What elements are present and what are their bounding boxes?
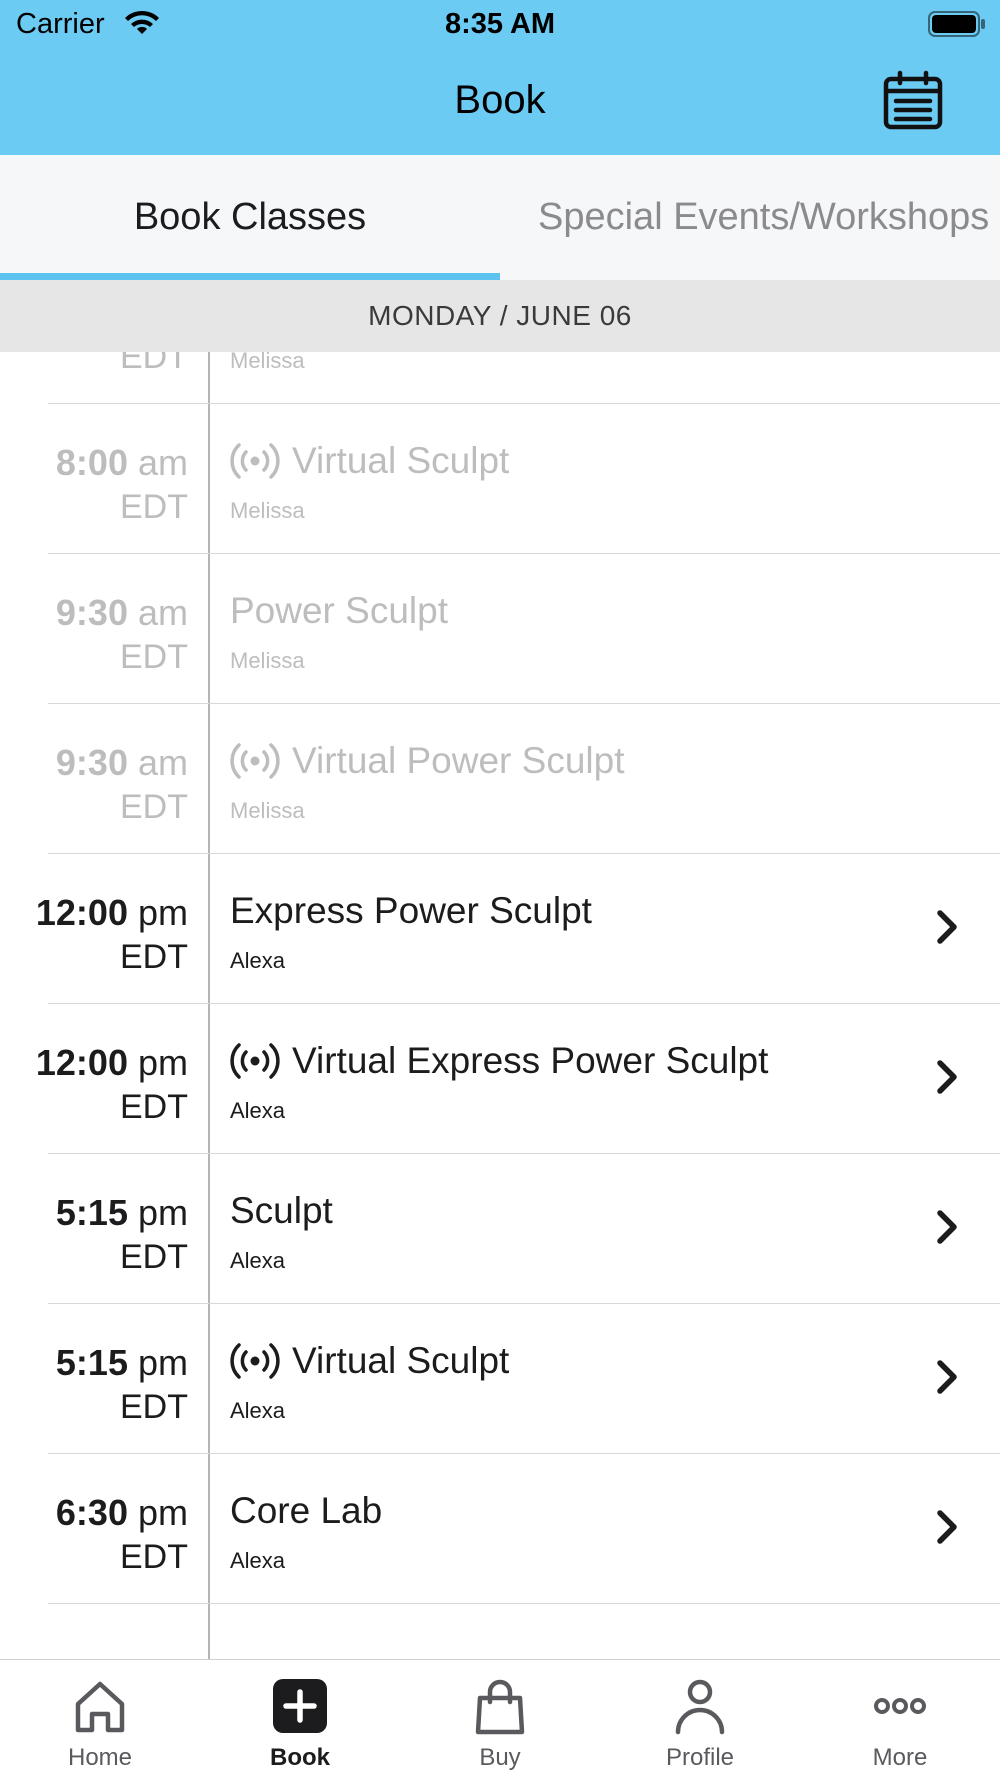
active-tab-indicator [0, 273, 500, 280]
class-time-value: 5:15 [55, 1192, 128, 1233]
class-row[interactable]: 5:15 pm EDT Virtual Sculpt Alexa [0, 1304, 1000, 1454]
tabbar-label-home: Home [67, 1744, 133, 1771]
app-header: Carrier 8:35 AM Book [0, 0, 1000, 155]
class-time-value: 6:30 [55, 1492, 128, 1533]
broadcast-icon [230, 1043, 280, 1079]
class-row[interactable]: 12:00 pm EDT Express Power Sculpt Alexa [0, 854, 1000, 1004]
class-time-ampm: pm [137, 892, 188, 933]
tabbar-home[interactable]: Home [0, 1660, 200, 1778]
class-time-value: 8:00 [55, 442, 128, 483]
class-name: Express Power Sculpt [230, 890, 592, 932]
tabbar-label-more: More [872, 1744, 928, 1771]
class-name-text: Express Power Sculpt [230, 890, 592, 931]
class-instructor: Melissa [230, 648, 305, 673]
class-row[interactable]: 6:30 pm EDT Core Lab Alexa [0, 1454, 1000, 1604]
class-time-value: 12:00 [35, 1042, 128, 1083]
class-instructor: Melissa [230, 798, 305, 823]
class-timezone: EDT [120, 1388, 188, 1426]
class-timezone: EDT [120, 938, 188, 976]
class-rows: 8:00 am EDT Sculpt Melissa 8:00 am EDT [0, 352, 1000, 1604]
class-time-ampm: pm [137, 1042, 188, 1083]
class-instructor: Alexa [230, 1398, 286, 1423]
date-header: MONDAY / JUNE 06 [0, 280, 1000, 352]
class-row[interactable]: 8:00 am EDT Virtual Sculpt Melissa [0, 404, 1000, 554]
class-name: Virtual Express Power Sculpt [230, 1040, 768, 1082]
broadcast-icon [230, 1343, 280, 1379]
class-instructor: Melissa [230, 352, 305, 373]
tabbar-more[interactable]: More [800, 1660, 1000, 1778]
tabbar-label-profile: Profile [665, 1744, 735, 1771]
calendar-icon[interactable] [882, 70, 944, 132]
class-timezone: EDT [120, 352, 188, 376]
class-timezone: EDT [120, 488, 188, 526]
bottom-tab-bar: Home Book Buy Profile More [0, 1659, 1000, 1778]
class-name: Virtual Sculpt [230, 440, 509, 482]
class-name: Power Sculpt [230, 590, 448, 632]
class-timezone: EDT [120, 788, 188, 826]
class-name-text: Sculpt [230, 1190, 333, 1231]
class-timezone: EDT [120, 1538, 188, 1576]
class-time-value: 9:30 [55, 592, 128, 633]
class-name: Core Lab [230, 1490, 382, 1532]
status-bar: Carrier 8:35 AM [0, 0, 1000, 50]
status-time: 8:35 AM [444, 8, 556, 40]
class-instructor: Alexa [230, 948, 286, 973]
class-name-text: Core Lab [230, 1490, 383, 1531]
class-timezone: EDT [120, 638, 188, 676]
class-name-text: Virtual Express Power Sculpt [292, 1040, 769, 1081]
broadcast-icon [230, 743, 280, 779]
chevron-right-icon [937, 1210, 957, 1244]
class-time-ampm: pm [137, 1492, 188, 1533]
class-name: Virtual Sculpt [230, 1340, 509, 1382]
chevron-right-icon [937, 1060, 957, 1094]
class-time-ampm: am [137, 742, 188, 783]
class-timezone: EDT [120, 1238, 188, 1276]
tab-special-events[interactable]: Special Events/Workshops [538, 155, 989, 280]
class-instructor: Alexa [230, 1548, 286, 1573]
class-name: Virtual Power Sculpt [230, 740, 624, 782]
class-time-ampm: pm [137, 1192, 188, 1233]
chevron-right-icon [937, 910, 957, 944]
class-name: Sculpt [230, 1190, 333, 1232]
class-instructor: Melissa [230, 498, 305, 523]
chevron-right-icon [937, 1510, 957, 1544]
class-name-text: Virtual Power Sculpt [292, 740, 625, 781]
class-instructor: Alexa [230, 1248, 286, 1273]
tabbar-label-buy: Buy [479, 1744, 521, 1771]
person-icon [675, 1679, 725, 1735]
home-icon [75, 1681, 125, 1733]
class-row[interactable]: 9:30 am EDT Power Sculpt Melissa [0, 554, 1000, 704]
class-time-ampm: am [137, 442, 188, 483]
tabbar-book[interactable]: Book [200, 1660, 400, 1778]
class-row[interactable]: 9:30 am EDT Virtual Power Sculpt Melissa [0, 704, 1000, 854]
page-title: Book [454, 78, 546, 122]
class-time-value: 9:30 [55, 742, 128, 783]
class-timezone: EDT [120, 1088, 188, 1126]
more-icon [874, 1698, 926, 1714]
class-row[interactable]: 8:00 am EDT Sculpt Melissa [0, 352, 1000, 404]
shopping-bag-icon [475, 1679, 525, 1735]
tabbar-label-book: Book [270, 1744, 330, 1771]
class-time-value: 5:15 [55, 1342, 128, 1383]
segment-tabs: Book Classes Special Events/Workshops [0, 155, 1000, 280]
class-list[interactable]: 8:00 am EDT Sculpt Melissa 8:00 am EDT [0, 352, 1000, 1659]
class-time-ampm: am [137, 592, 188, 633]
plus-icon [273, 1679, 327, 1733]
class-row[interactable]: 5:15 pm EDT Sculpt Alexa [0, 1154, 1000, 1304]
class-time-ampm: pm [137, 1342, 188, 1383]
class-time-value: 12:00 [35, 892, 128, 933]
chevron-right-icon [937, 1360, 957, 1394]
broadcast-icon [230, 443, 280, 479]
tabbar-buy[interactable]: Buy [400, 1660, 600, 1778]
class-instructor: Alexa [230, 1098, 286, 1123]
battery-icon [928, 11, 985, 37]
tab-book-classes[interactable]: Book Classes [0, 155, 500, 280]
class-name-text: Virtual Sculpt [292, 440, 510, 481]
class-name-text: Virtual Sculpt [292, 1340, 510, 1381]
class-name-text: Power Sculpt [230, 590, 448, 631]
tabbar-profile[interactable]: Profile [600, 1660, 800, 1778]
class-row[interactable]: 12:00 pm EDT Virtual Express Power Sculp… [0, 1004, 1000, 1154]
